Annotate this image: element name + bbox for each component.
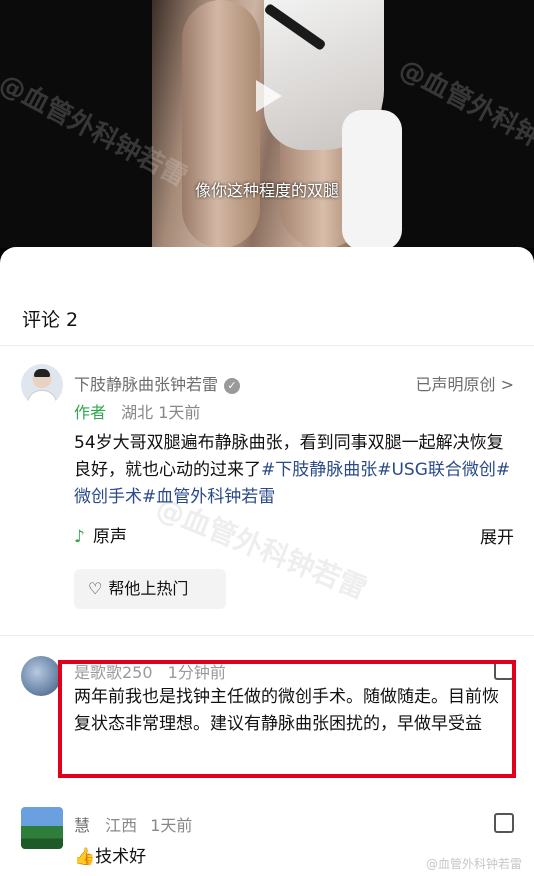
- author-meta: 作者 湖北 1天前: [74, 399, 200, 423]
- play-icon[interactable]: [256, 80, 282, 112]
- commenter-avatar[interactable]: [21, 807, 63, 849]
- comments-sheet: @血管外科钟若雷 评论 2 下肢静脉曲张钟若雷 ✓ 作者 湖北 1天前 已声明原创…: [0, 247, 534, 876]
- footer-watermark: @血管外科钟若雷: [425, 857, 522, 871]
- like-icon[interactable]: [494, 813, 514, 833]
- author-name[interactable]: 下肢静脉曲张钟若雷: [74, 375, 218, 394]
- video-subtitle: 像你这种程度的双腿: [194, 181, 339, 200]
- commenter-name[interactable]: 慧: [74, 816, 90, 835]
- comment-header: 慧 江西 1天前: [74, 812, 192, 836]
- post-text: 54岁大哥双腿遍布静脉曲张，看到同事双腿一起解决恢复良好，就也心动的过来了#下肢…: [74, 430, 519, 511]
- commenter-avatar[interactable]: [21, 656, 61, 696]
- author-tag: 作者: [74, 403, 107, 422]
- author-name-row[interactable]: 下肢静脉曲张钟若雷 ✓: [74, 371, 241, 395]
- music-note-icon: ♪: [74, 527, 85, 547]
- video-watermark-right: @血管外科钟若雷: [393, 53, 534, 178]
- comment-text: 👍技术好: [74, 847, 147, 867]
- author-avatar[interactable]: [21, 364, 63, 406]
- divider: [0, 345, 534, 346]
- boost-hot-label: 帮他上热门: [108, 579, 189, 598]
- heart-icon: ♡: [88, 579, 103, 598]
- expand-button[interactable]: 展开: [480, 523, 514, 548]
- author-location: 湖北: [121, 403, 154, 422]
- boost-hot-button[interactable]: ♡ 帮他上热门: [74, 569, 226, 609]
- video-frame: [152, 0, 402, 248]
- audio-label: 原声: [92, 527, 127, 547]
- divider: [0, 635, 534, 636]
- comments-title: 评论 2: [22, 309, 79, 331]
- comment-location: 江西: [105, 816, 138, 835]
- author-time: 1天前: [158, 403, 201, 422]
- original-declaration-link[interactable]: 已声明原创 >: [416, 371, 515, 395]
- audio-link[interactable]: ♪ 原声: [74, 522, 127, 547]
- video-player[interactable]: 像你这种程度的双腿 @血管外科钟若雷 @血管外科钟若雷: [0, 0, 534, 248]
- highlight-box: [58, 660, 516, 778]
- verified-icon: ✓: [224, 378, 241, 394]
- comment-time: 1天前: [150, 816, 193, 835]
- video-leg-left: [182, 0, 260, 248]
